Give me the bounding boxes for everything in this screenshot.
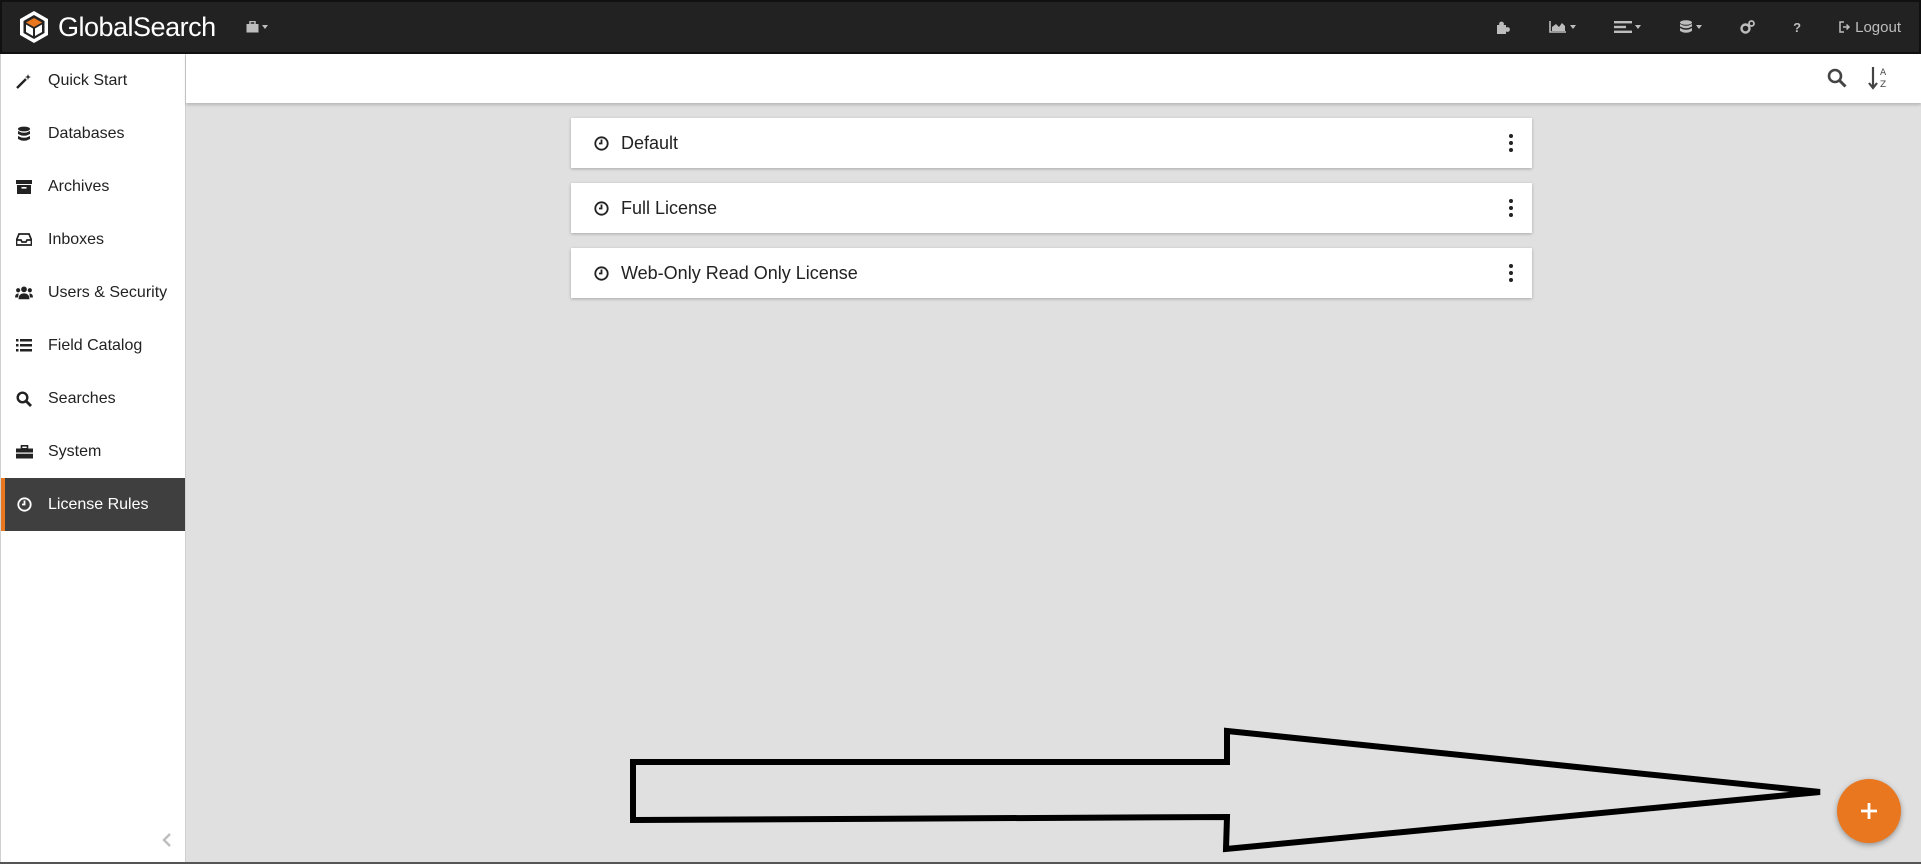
more-options-button[interactable]: [1508, 261, 1514, 285]
sort-button[interactable]: A Z: [1868, 65, 1890, 96]
rule-name: Full License: [621, 197, 718, 218]
chevron-down-icon: [1696, 25, 1703, 29]
hexagon-box-logo-icon: [20, 11, 48, 43]
sidebar-item-inboxes[interactable]: Inboxes: [1, 213, 185, 266]
clock-icon: [15, 496, 33, 514]
chevron-down-icon: [1570, 25, 1577, 29]
chevron-down-icon: [261, 25, 268, 29]
logout-button[interactable]: Logout: [1839, 19, 1901, 36]
brand-name: GlobalSearch: [58, 11, 216, 42]
sidebar-item-users-security[interactable]: Users & Security: [1, 266, 185, 319]
database-icon: [15, 125, 33, 143]
kebab-dot: [1509, 148, 1513, 152]
list-icon: [15, 337, 33, 355]
sidebar-item-archives[interactable]: Archives: [1, 160, 185, 213]
reports-menu-button[interactable]: [1549, 21, 1577, 33]
help-icon: ?: [1793, 19, 1802, 35]
sidebar-item-label: Field Catalog: [48, 336, 143, 354]
kebab-dot: [1509, 141, 1513, 145]
search-button[interactable]: [1827, 68, 1847, 93]
sidebar-item-label: License Rules: [48, 495, 149, 513]
chevron-down-icon: [1635, 25, 1642, 29]
plus-icon: [1861, 803, 1877, 819]
chevron-left-icon: [162, 833, 171, 847]
add-rule-button[interactable]: [1837, 779, 1901, 843]
search-icon: [1827, 68, 1847, 88]
sidebar-item-databases[interactable]: Databases: [1, 107, 185, 160]
rule-card-web-only[interactable]: Web-Only Read Only License: [571, 248, 1532, 298]
sort-letter-z: Z: [1880, 80, 1886, 90]
kebab-dot: [1509, 271, 1513, 275]
sidebar-item-label: Searches: [48, 389, 116, 407]
kebab-dot: [1509, 264, 1513, 268]
clock-icon: [594, 265, 610, 281]
kebab-dot: [1509, 213, 1513, 217]
archive-box-icon: [15, 178, 33, 196]
briefcase-lock-menu[interactable]: [246, 21, 268, 33]
sidebar-item-label: Inboxes: [48, 230, 105, 248]
sidebar-item-quick-start[interactable]: Quick Start: [1, 54, 185, 107]
search-icon: [15, 390, 33, 408]
users-icon: [15, 284, 33, 302]
inbox-tray-icon: [15, 231, 33, 249]
settings-button[interactable]: [1740, 20, 1756, 34]
kebab-dot: [1509, 199, 1513, 203]
kebab-dot: [1509, 206, 1513, 210]
briefcase-icon: [15, 443, 33, 461]
columns-menu-button[interactable]: [1614, 21, 1642, 33]
plugins-button[interactable]: [1497, 21, 1511, 34]
rule-card-full-license[interactable]: Full License: [571, 183, 1532, 233]
sort-letter-a: A: [1880, 68, 1887, 78]
sort-alpha-icon: A Z: [1868, 67, 1887, 90]
sidebar-item-license-rules[interactable]: License Rules: [1, 478, 185, 531]
sidebar-item-label: Users & Security: [48, 283, 168, 301]
briefcase-lock-icon: [246, 21, 259, 33]
toolbar: A Z: [186, 54, 1921, 103]
sidebar-item-label: System: [48, 442, 102, 460]
more-options-button[interactable]: [1508, 196, 1514, 220]
more-options-button[interactable]: [1508, 131, 1514, 155]
gears-icon: [1740, 20, 1756, 34]
clock-icon: [594, 135, 610, 151]
puzzle-icon: [1497, 21, 1511, 34]
database-icon: [1680, 20, 1693, 33]
magic-wand-icon: [15, 72, 33, 90]
database-menu-button[interactable]: [1679, 20, 1703, 34]
sidebar-item-field-catalog[interactable]: Field Catalog: [1, 319, 185, 372]
sidebar-item-label: Databases: [48, 124, 125, 142]
sidebar-item-searches[interactable]: Searches: [1, 372, 185, 425]
rule-name: Web-Only Read Only License: [621, 262, 858, 283]
list-columns-icon: [1614, 21, 1633, 33]
brand[interactable]: GlobalSearch: [16, 9, 216, 45]
kebab-dot: [1509, 134, 1513, 138]
main-content: A Z Default Full License Web-Only Read O…: [186, 54, 1921, 862]
sidebar-item-system[interactable]: System: [1, 425, 185, 478]
kebab-dot: [1509, 278, 1513, 282]
sidebar-item-label: Archives: [48, 177, 110, 195]
sign-out-icon: [1839, 21, 1851, 33]
clock-icon: [594, 200, 610, 216]
top-navbar: GlobalSearch ? Logout: [0, 0, 1921, 54]
top-actions: ? Logout: [1459, 2, 1901, 52]
sidebar: Quick Start Databases Archives Inboxes U…: [0, 54, 186, 862]
logout-label: Logout: [1855, 18, 1901, 36]
sidebar-item-label: Quick Start: [48, 71, 128, 89]
help-button[interactable]: ?: [1793, 20, 1801, 35]
rule-card-default[interactable]: Default: [571, 118, 1532, 168]
sidebar-collapse-button[interactable]: [161, 832, 173, 853]
area-chart-icon: [1549, 21, 1567, 33]
rule-name: Default: [621, 132, 679, 153]
